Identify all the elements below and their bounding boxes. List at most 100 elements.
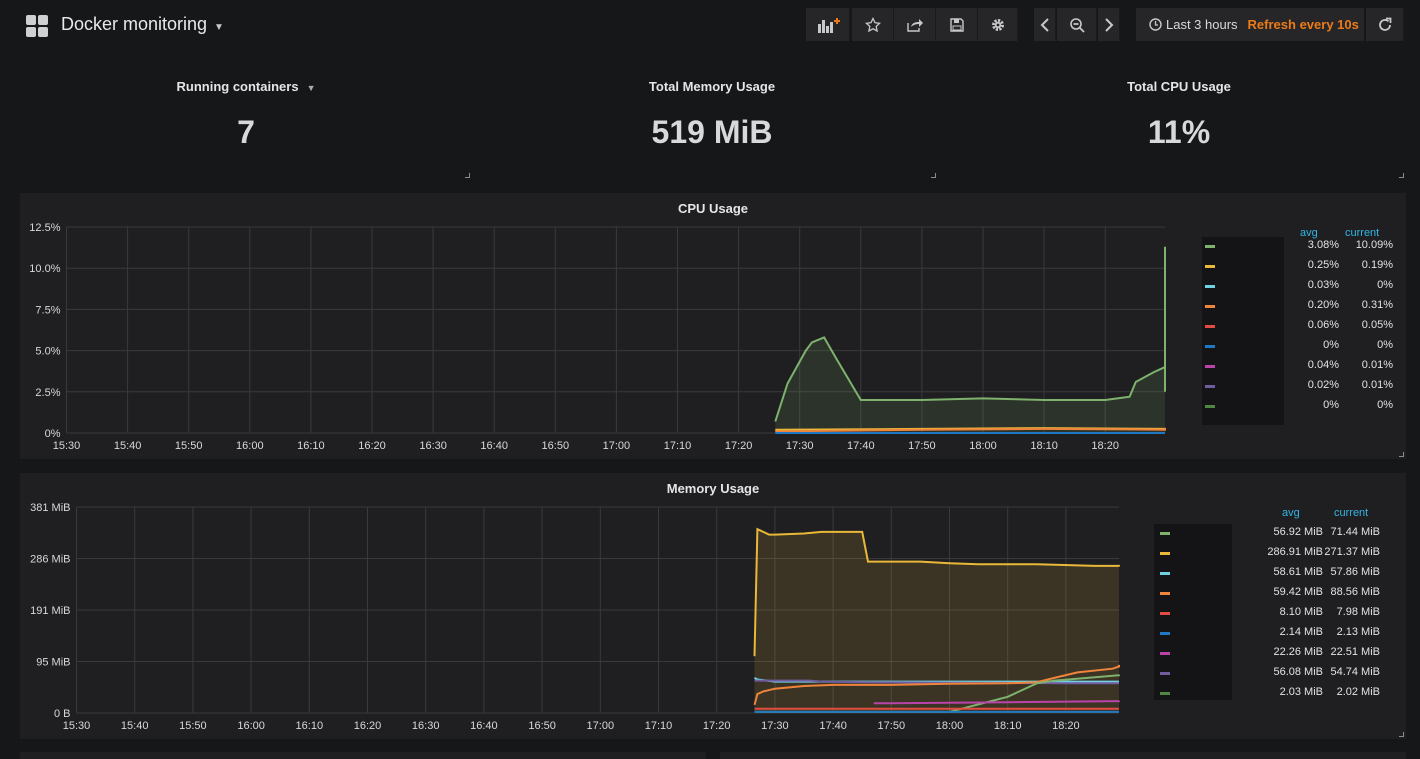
legend-row[interactable]: 0% 0% (1185, 339, 1393, 359)
legend-avg-value: 8.10 MiB (1279, 606, 1323, 618)
memory-usage-chart[interactable]: 0 B 95 MiB 191 MiB 286 MiB 381 MiB 15:30 15:40… (20, 473, 1130, 739)
x-tick-label: 18:20 (1091, 440, 1119, 452)
chevron-down-icon[interactable]: ▼ (307, 83, 316, 93)
x-tick-label: 16:00 (236, 440, 264, 452)
refresh-icon (1378, 17, 1391, 31)
legend-row[interactable]: 59.42 MiB 88.56 MiB (1140, 586, 1385, 606)
series-color-swatch[interactable] (1205, 365, 1215, 368)
series-color-swatch[interactable] (1160, 632, 1170, 635)
legend-row[interactable]: 3.08% 10.09% (1185, 239, 1393, 259)
stat-title[interactable]: Running containers (177, 79, 299, 94)
legend-current-value: 0% (1377, 399, 1393, 411)
dashboard-title[interactable]: Docker monitoring (61, 14, 207, 35)
resize-handle[interactable] (1399, 173, 1404, 178)
resize-handle[interactable] (465, 173, 470, 178)
legend-avg-value: 56.08 MiB (1273, 666, 1323, 678)
time-range-label[interactable]: Last 3 hours (1166, 17, 1238, 32)
legend-row[interactable]: 56.92 MiB 71.44 MiB (1140, 526, 1385, 546)
dashboard-grid-icon[interactable] (26, 15, 48, 37)
legend-current-value: 57.86 MiB (1330, 566, 1380, 578)
series-color-swatch[interactable] (1160, 592, 1170, 595)
series-color-swatch[interactable] (1205, 305, 1215, 308)
y-tick-label: 5.0% (35, 346, 60, 358)
cpu-usage-chart[interactable]: 0% 2.5% 5.0% 7.5% 10.0% 12.5% 15:30 15:40 15:50 1… (20, 193, 1180, 459)
save-dashboard-button[interactable] (936, 8, 978, 41)
legend-header-avg[interactable]: avg (1282, 507, 1300, 519)
series-color-swatch[interactable] (1205, 285, 1215, 288)
x-tick-label: 15:30 (63, 720, 91, 732)
legend-header-current[interactable]: current (1334, 507, 1368, 519)
legend-row[interactable]: 58.61 MiB 57.86 MiB (1140, 566, 1385, 586)
stat-panel-total-memory: Total Memory Usage 519 MiB (486, 62, 938, 180)
x-tick-label: 16:30 (419, 440, 447, 452)
legend-row[interactable]: 2.14 MiB 2.13 MiB (1140, 626, 1385, 646)
legend-current-value: 0.19% (1361, 259, 1393, 271)
legend-header-avg[interactable]: avg (1300, 227, 1318, 239)
legend-row[interactable]: 0.25% 0.19% (1185, 259, 1393, 279)
series-color-swatch[interactable] (1205, 325, 1215, 328)
add-panel-button[interactable] (806, 8, 850, 41)
series-color-swatch[interactable] (1160, 612, 1170, 615)
y-tick-label: 286 MiB (30, 554, 70, 566)
zoom-out-button[interactable] (1057, 8, 1097, 41)
stat-title[interactable]: Total Memory Usage (486, 79, 938, 94)
settings-button[interactable] (978, 8, 1018, 41)
x-tick-label: 16:20 (358, 440, 386, 452)
top-navbar: Docker monitoring ▼ Last 3 hours Refresh… (0, 0, 1420, 50)
memory-usage-panel: Memory Usage 0 B 95 MiB 191 MiB 286 MiB 381 … (20, 473, 1406, 739)
legend-row[interactable]: 0% 0% (1185, 399, 1393, 419)
legend-row[interactable]: 56.08 MiB 54.74 MiB (1140, 666, 1385, 686)
time-back-button[interactable] (1034, 8, 1056, 41)
refresh-interval-label[interactable]: Refresh every 10s (1248, 17, 1359, 32)
legend-current-value: 0.01% (1361, 379, 1393, 391)
legend-row[interactable]: 0.20% 0.31% (1185, 299, 1393, 319)
x-tick-label: 16:10 (296, 720, 324, 732)
time-forward-button[interactable] (1098, 8, 1120, 41)
resize-handle[interactable] (1399, 452, 1404, 457)
clock-icon (1149, 18, 1162, 31)
series-color-swatch[interactable] (1160, 692, 1170, 695)
y-tick-label: 95 MiB (36, 657, 70, 669)
legend-row[interactable]: 0.02% 0.01% (1185, 379, 1393, 399)
legend-avg-value: 59.42 MiB (1273, 586, 1323, 598)
chevron-down-icon[interactable]: ▼ (214, 22, 224, 33)
x-tick-label: 16:30 (412, 720, 440, 732)
legend-row[interactable]: 8.10 MiB 7.98 MiB (1140, 606, 1385, 626)
series-color-swatch[interactable] (1205, 245, 1215, 248)
series-color-swatch[interactable] (1205, 345, 1215, 348)
series-color-swatch[interactable] (1205, 405, 1215, 408)
legend-row[interactable]: 0.04% 0.01% (1185, 359, 1393, 379)
legend-row[interactable]: 0.03% 0% (1185, 279, 1393, 299)
star-dashboard-button[interactable] (852, 8, 894, 41)
legend-row[interactable]: 286.91 MiB 271.37 MiB (1140, 546, 1385, 566)
series-color-swatch[interactable] (1205, 265, 1215, 268)
legend-row[interactable]: 2.03 MiB 2.02 MiB (1140, 686, 1385, 706)
legend-header-current[interactable]: current (1345, 227, 1379, 239)
x-tick-label: 18:00 (969, 440, 997, 452)
x-tick-label: 17:30 (786, 440, 814, 452)
x-tick-label: 15:50 (175, 440, 203, 452)
series-color-swatch[interactable] (1160, 572, 1170, 575)
cpu-usage-panel: CPU Usage 0% 2.5% 5.0% 7.5% 10.0% 12.5% 15:30 1… (20, 193, 1406, 459)
series-color-swatch[interactable] (1205, 385, 1215, 388)
series-color-swatch[interactable] (1160, 652, 1170, 655)
share-button[interactable] (894, 8, 936, 41)
refresh-button[interactable] (1366, 8, 1404, 41)
series-area (775, 246, 1165, 433)
x-tick-label: 16:00 (237, 720, 265, 732)
legend-row[interactable]: 0.06% 0.05% (1185, 319, 1393, 339)
stat-value: 519 MiB (651, 114, 773, 150)
stat-title[interactable]: Total CPU Usage (952, 79, 1406, 94)
legend-current-value: 22.51 MiB (1330, 646, 1380, 658)
series-color-swatch[interactable] (1160, 532, 1170, 535)
x-tick-label: 16:40 (470, 720, 498, 732)
legend-row[interactable]: 22.26 MiB 22.51 MiB (1140, 646, 1385, 666)
x-tick-label: 16:20 (354, 720, 382, 732)
resize-handle[interactable] (1399, 732, 1404, 737)
add-panel-icon (817, 17, 840, 33)
resize-handle[interactable] (931, 173, 936, 178)
series-color-swatch[interactable] (1160, 672, 1170, 675)
time-picker[interactable]: Last 3 hours Refresh every 10s (1136, 8, 1364, 41)
series-color-swatch[interactable] (1160, 552, 1170, 555)
x-tick-label: 17:20 (725, 440, 753, 452)
